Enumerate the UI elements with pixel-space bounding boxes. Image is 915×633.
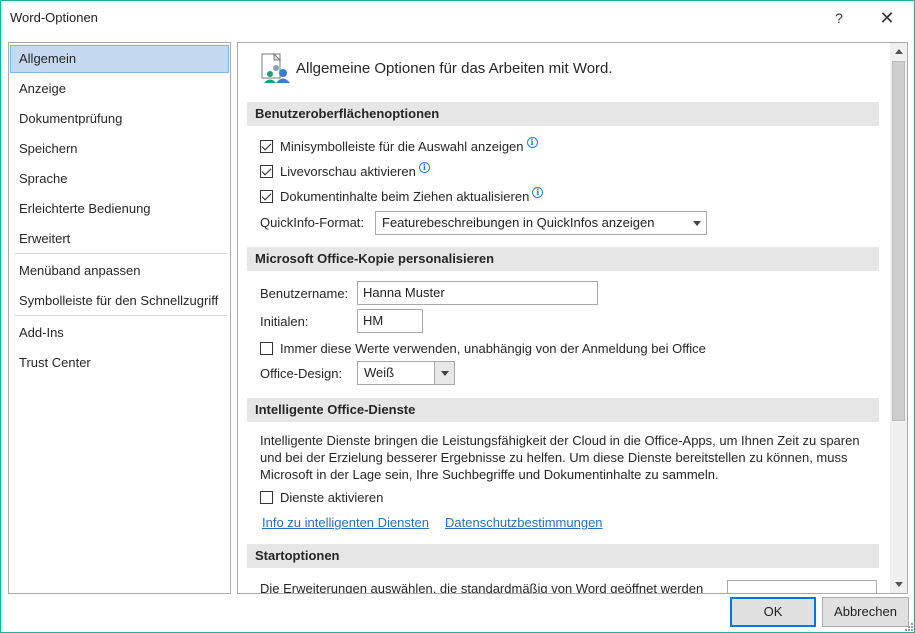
always-use-label: Immer diese Werte verwenden, unabhängig … bbox=[280, 340, 706, 356]
sidebar-item-dokumentpruefung[interactable]: Dokumentprüfung bbox=[10, 105, 229, 133]
word-options-dialog: Word-Optionen ? ✕ Allgemein Anzeige Doku… bbox=[0, 0, 915, 633]
scroll-up-arrow-icon[interactable] bbox=[890, 43, 907, 60]
sidebar-divider bbox=[15, 315, 227, 316]
initials-label: Initialen: bbox=[260, 314, 309, 329]
page-title: Allgemeine Optionen für das Arbeiten mit… bbox=[296, 60, 613, 77]
sidebar-item-trust-center[interactable]: Trust Center bbox=[10, 349, 229, 377]
options-sidebar: Allgemein Anzeige Dokumentprüfung Speich… bbox=[8, 42, 231, 594]
sidebar-item-sprache[interactable]: Sprache bbox=[10, 165, 229, 193]
cancel-button[interactable]: Abbrechen bbox=[822, 597, 909, 627]
scrollbar-thumb[interactable] bbox=[892, 61, 905, 421]
resize-grip-icon[interactable] bbox=[904, 622, 914, 632]
theme-label: Office-Design: bbox=[260, 366, 343, 381]
always-use-checkbox[interactable] bbox=[260, 341, 273, 355]
sidebar-item-anzeige[interactable]: Anzeige bbox=[10, 75, 229, 103]
section-heading-personalize: Microsoft Office-Kopie personalisieren bbox=[247, 247, 879, 271]
startup-extensions-button[interactable] bbox=[727, 580, 877, 593]
intelligent-description: Intelligente Dienste bringen die Leistun… bbox=[260, 433, 860, 482]
startup-text: Die Erweiterungen auswählen, die standar… bbox=[260, 581, 704, 594]
always-use-option[interactable]: Immer diese Werte verwenden, unabhängig … bbox=[260, 338, 706, 358]
initials-input[interactable]: HM bbox=[357, 309, 423, 333]
section-heading-intelligent-services: Intelligente Office-Dienste bbox=[247, 398, 879, 422]
info-icon[interactable]: i bbox=[532, 186, 544, 198]
sidebar-item-erleichterte-bedienung[interactable]: Erleichterte Bedienung bbox=[10, 195, 229, 223]
sidebar-item-add-ins[interactable]: Add-Ins bbox=[10, 319, 229, 347]
mini-toolbar-label: Minisymbolleiste für die Auswahl anzeige… bbox=[280, 138, 524, 154]
options-content-panel: Allgemeine Optionen für das Arbeiten mit… bbox=[237, 42, 908, 594]
section-heading-startup: Startoptionen bbox=[247, 544, 879, 568]
window-title: Word-Optionen bbox=[10, 10, 98, 25]
sidebar-item-symbolleiste[interactable]: Symbolleiste für den Schnellzugriff bbox=[10, 287, 229, 315]
mini-toolbar-option[interactable]: Minisymbolleiste für die Auswahl anzeige… bbox=[260, 136, 538, 156]
sidebar-item-menueband-anpassen[interactable]: Menüband anpassen bbox=[10, 257, 229, 285]
general-options-icon bbox=[261, 52, 290, 83]
screentip-dropdown[interactable]: Featurebeschreibungen in QuickInfos anze… bbox=[375, 211, 707, 235]
sidebar-item-speichern[interactable]: Speichern bbox=[10, 135, 229, 163]
live-preview-checkbox[interactable] bbox=[260, 164, 273, 178]
privacy-link[interactable]: Datenschutzbestimmungen bbox=[445, 514, 603, 532]
live-preview-label: Livevorschau aktivieren bbox=[280, 163, 416, 179]
info-icon[interactable]: i bbox=[526, 136, 538, 148]
update-drag-label: Dokumentinhalte beim Ziehen aktualisiere… bbox=[280, 188, 530, 204]
section-heading-ui-options: Benutzeroberflächenoptionen bbox=[247, 102, 879, 126]
title-bar: Word-Optionen ? ✕ bbox=[1, 1, 914, 35]
username-label: Benutzername: bbox=[260, 286, 349, 301]
chevron-down-icon bbox=[434, 362, 454, 384]
ok-button[interactable]: OK bbox=[730, 597, 816, 627]
theme-value: Weiß bbox=[364, 365, 395, 380]
help-button[interactable]: ? bbox=[819, 3, 859, 33]
close-button[interactable]: ✕ bbox=[867, 3, 907, 33]
screentip-label: QuickInfo-Format: bbox=[260, 215, 365, 230]
content-scrollbar[interactable] bbox=[890, 43, 907, 593]
enable-services-checkbox[interactable] bbox=[260, 490, 273, 504]
username-input[interactable]: Hanna Muster bbox=[357, 281, 598, 305]
live-preview-option[interactable]: Livevorschau aktivieren i bbox=[260, 161, 430, 181]
update-drag-checkbox[interactable] bbox=[260, 189, 273, 203]
enable-services-option[interactable]: Dienste aktivieren bbox=[260, 487, 383, 507]
info-icon[interactable]: i bbox=[418, 161, 430, 173]
sidebar-item-allgemein[interactable]: Allgemein bbox=[10, 45, 229, 73]
update-drag-option[interactable]: Dokumentinhalte beim Ziehen aktualisiere… bbox=[260, 186, 544, 206]
sidebar-divider bbox=[15, 253, 227, 254]
scroll-down-arrow-icon[interactable] bbox=[890, 576, 907, 593]
sidebar-item-erweitert[interactable]: Erweitert bbox=[10, 225, 229, 253]
screentip-value: Featurebeschreibungen in QuickInfos anze… bbox=[382, 215, 655, 230]
theme-dropdown[interactable]: Weiß bbox=[357, 361, 455, 385]
enable-services-label: Dienste aktivieren bbox=[280, 489, 384, 505]
chevron-down-icon bbox=[688, 212, 706, 234]
intelligent-info-link[interactable]: Info zu intelligenten Diensten bbox=[262, 514, 429, 532]
mini-toolbar-checkbox[interactable] bbox=[260, 139, 273, 153]
